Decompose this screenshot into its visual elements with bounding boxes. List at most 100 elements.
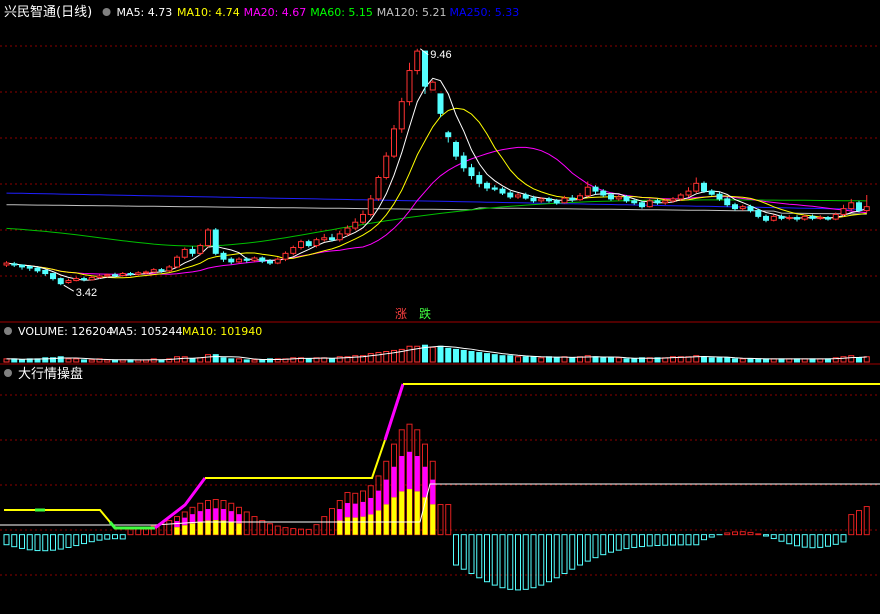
ma-value-label: MA5: 4.73 (117, 6, 173, 19)
candle-body (65, 280, 72, 283)
indicator-bar-negative (530, 534, 537, 589)
volume-bar (553, 357, 560, 363)
indicator-title: 大行情操盘 (18, 366, 83, 382)
low-marker-line (63, 284, 75, 292)
candle-body (561, 197, 568, 204)
indicator-bar-negative (708, 534, 715, 538)
candle (50, 272, 56, 281)
volume-bar (468, 351, 475, 363)
candle (290, 245, 297, 256)
indicator-bar-yellow (228, 521, 234, 535)
indicator-bar-positive (755, 533, 762, 536)
volume-bar (600, 357, 607, 363)
candle-body (305, 241, 312, 247)
candle-body (267, 260, 273, 264)
candle (507, 191, 514, 199)
candle (755, 208, 762, 219)
candle-body (329, 237, 335, 241)
volume-bar (259, 359, 266, 363)
candle-body (344, 227, 351, 235)
candle (88, 275, 95, 281)
indicator-bar-negative (468, 534, 475, 575)
indicator-bar-negative (577, 534, 583, 566)
candle-body (646, 200, 653, 208)
candle (429, 80, 436, 91)
indicator-bar-yellow (352, 517, 358, 535)
candle (73, 276, 80, 282)
indicator-bar-negative (832, 534, 839, 545)
volume-bar (220, 357, 227, 363)
candle (763, 214, 769, 223)
candle-body (577, 195, 583, 201)
volume-bar (608, 357, 614, 363)
indicator-bar-yellow (221, 520, 226, 535)
candle (398, 97, 405, 133)
indicator-bar-negative (670, 534, 676, 546)
candle (863, 195, 870, 213)
candle (251, 256, 258, 262)
indicator-bar-magenta (228, 511, 234, 522)
indicator-bar-yellow (182, 525, 188, 535)
candle (119, 272, 126, 277)
candle (414, 48, 421, 75)
candle (499, 187, 506, 195)
candle (491, 185, 498, 192)
indicator-bar-magenta (205, 509, 211, 521)
indicator-bar-negative (770, 534, 777, 540)
volume-bar (484, 353, 490, 363)
candle-body (708, 190, 715, 195)
candle (135, 271, 142, 276)
indicator-bar-negative (600, 534, 607, 556)
volume-bar (499, 355, 506, 363)
candle (546, 196, 552, 203)
indicator-bar-negative (515, 534, 521, 591)
candle-body (422, 50, 428, 87)
indicator-bar-negative (801, 534, 808, 548)
indicator-bar-negative (11, 534, 18, 548)
settings-dot-icon (102, 8, 111, 16)
indicator-bar-negative (817, 534, 824, 548)
candle (197, 243, 204, 256)
candle-body (220, 252, 227, 260)
candle-body (26, 266, 33, 269)
indicator-bar-negative (476, 534, 483, 579)
indicator-yellow-step (205, 439, 386, 479)
volume-bar (592, 356, 599, 363)
ma-value-label: MA10: 4.74 (177, 6, 240, 19)
candle-body (592, 186, 599, 192)
candle-body (321, 237, 328, 241)
candle-body (166, 266, 173, 272)
candle (615, 195, 622, 201)
candle (220, 251, 227, 262)
volume-bar (189, 358, 196, 363)
indicator-bar-magenta (360, 501, 366, 517)
candle-body (104, 274, 111, 277)
indicator-bar-magenta (422, 466, 428, 498)
candle (840, 204, 847, 217)
candle (608, 193, 614, 201)
candle-body (112, 274, 118, 277)
volume-bar (19, 359, 25, 363)
indicator-bar-negative (104, 534, 111, 540)
candle-body (197, 245, 204, 254)
candle (724, 196, 731, 207)
volume-bar (701, 356, 707, 363)
candle-body (88, 276, 95, 281)
candle (3, 261, 10, 267)
candle (468, 163, 475, 180)
volume-bar (251, 359, 258, 363)
candle (460, 152, 467, 172)
candle-body (367, 198, 374, 215)
volume-bar (158, 359, 165, 363)
indicator-bar-yellow (360, 516, 366, 535)
candle-body (522, 194, 529, 199)
candle-body (755, 210, 762, 217)
indicator-bar-negative (96, 534, 103, 541)
candle (577, 193, 583, 201)
volume-bar (615, 357, 622, 363)
indicator-bar-magenta (407, 451, 412, 490)
candle (406, 62, 413, 106)
candle-body (189, 248, 196, 254)
indicator-bar-magenta (337, 509, 343, 521)
indicator-bar-negative (19, 534, 25, 549)
